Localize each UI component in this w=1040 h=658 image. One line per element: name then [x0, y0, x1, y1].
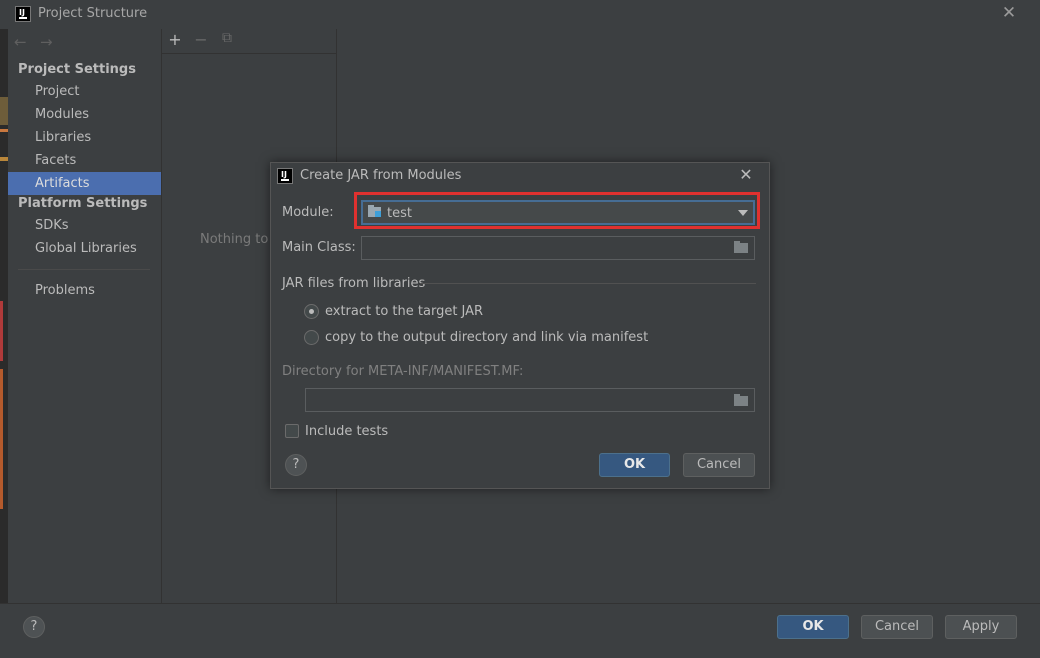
- copy-icon[interactable]: ⧉: [219, 30, 235, 46]
- module-folder-icon: [368, 205, 381, 217]
- section-separator: [420, 283, 756, 284]
- forward-arrow-icon[interactable]: →: [40, 33, 53, 51]
- radio-extract-label[interactable]: extract to the target JAR: [325, 304, 483, 319]
- manifest-dir-field[interactable]: [305, 388, 755, 412]
- back-arrow-icon[interactable]: ←: [14, 33, 27, 51]
- radio-copy-label[interactable]: copy to the output directory and link vi…: [325, 330, 648, 345]
- main-class-label: Main Class:: [282, 240, 356, 255]
- folder-icon[interactable]: [734, 394, 748, 406]
- remove-icon[interactable]: −: [193, 30, 209, 49]
- help-button[interactable]: ?: [285, 454, 307, 476]
- dialog-title: Create JAR from Modules: [300, 168, 462, 183]
- intellij-icon: IJ: [277, 168, 293, 184]
- sidebar-item-sdks[interactable]: SDKs: [8, 214, 161, 237]
- background-mark: [0, 97, 8, 125]
- background-mark: [0, 301, 3, 361]
- empty-state-text: Nothing to s: [200, 232, 280, 247]
- window-titlebar: [0, 0, 1040, 29]
- main-class-field[interactable]: [361, 236, 755, 260]
- ok-button[interactable]: OK: [777, 615, 849, 639]
- module-dropdown[interactable]: [361, 200, 755, 225]
- radio-copy[interactable]: [304, 330, 319, 345]
- radio-extract[interactable]: [304, 304, 319, 319]
- artifacts-toolbar: [162, 29, 336, 54]
- section-header-platform-settings: Platform Settings: [18, 196, 148, 211]
- sidebar-item-facets[interactable]: Facets: [8, 149, 161, 172]
- background-mark: [0, 369, 3, 509]
- close-icon[interactable]: ✕: [1000, 4, 1018, 22]
- include-tests-checkbox[interactable]: [285, 424, 299, 438]
- help-button[interactable]: ?: [23, 616, 45, 638]
- sidebar-item-global-libraries[interactable]: Global Libraries: [8, 237, 161, 260]
- cancel-button[interactable]: Cancel: [861, 615, 933, 639]
- background-mark: [0, 157, 8, 161]
- module-label: Module:: [282, 205, 334, 220]
- sidebar-item-problems[interactable]: Problems: [8, 279, 161, 302]
- folder-icon[interactable]: [734, 241, 748, 253]
- module-dropdown-value: test: [387, 206, 412, 221]
- section-header-project-settings: Project Settings: [18, 62, 136, 77]
- window-title: Project Structure: [38, 6, 148, 21]
- background-mark: [0, 129, 8, 132]
- jar-files-header: JAR files from libraries: [282, 276, 426, 291]
- manifest-dir-label: Directory for META-INF/MANIFEST.MF:: [282, 364, 524, 379]
- dialog-cancel-button[interactable]: Cancel: [683, 453, 755, 477]
- sidebar-item-libraries[interactable]: Libraries: [8, 126, 161, 149]
- sidebar-item-artifacts[interactable]: Artifacts: [8, 172, 161, 195]
- sidebar-item-modules[interactable]: Modules: [8, 103, 161, 126]
- add-icon[interactable]: +: [167, 30, 183, 49]
- sidebar-separator: [18, 269, 150, 270]
- close-icon[interactable]: ✕: [737, 166, 755, 184]
- include-tests-label[interactable]: Include tests: [305, 424, 388, 439]
- background-ide-strip: [0, 29, 8, 658]
- chevron-down-icon[interactable]: [738, 210, 748, 216]
- apply-button[interactable]: Apply: [945, 615, 1017, 639]
- intellij-icon: IJ: [15, 6, 31, 22]
- dialog-ok-button[interactable]: OK: [599, 453, 670, 477]
- sidebar-item-project[interactable]: Project: [8, 80, 161, 103]
